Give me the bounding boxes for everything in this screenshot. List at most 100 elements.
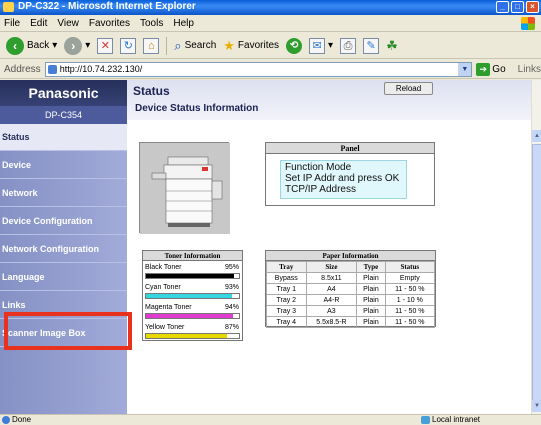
refresh-icon: ↻ bbox=[120, 37, 137, 54]
page-icon bbox=[47, 64, 57, 74]
refresh-button[interactable]: ↻ bbox=[118, 35, 138, 57]
print-icon: ⎙ bbox=[340, 37, 357, 54]
messenger-icon: ☘ bbox=[386, 37, 398, 53]
search-label: Search bbox=[184, 40, 217, 51]
links-button[interactable]: Links bbox=[518, 64, 541, 75]
go-button[interactable]: ➔ Go bbox=[476, 62, 506, 76]
table-cell: A4 bbox=[305, 283, 358, 295]
table-cell: 8.5x11 bbox=[305, 272, 358, 284]
scroll-down-icon[interactable]: ▼ bbox=[532, 400, 541, 412]
menu-favorites[interactable]: Favorites bbox=[89, 15, 130, 31]
table-cell: 5.5x8.5-R bbox=[305, 316, 358, 328]
favorites-button[interactable]: ★ Favorites bbox=[221, 35, 281, 57]
table-cell: 11 - 50 % bbox=[384, 283, 436, 295]
standard-toolbar: ‹ Back ▾ › ▾ ✕ ↻ ⌂ ⌕ Search ★ Favorites … bbox=[0, 33, 541, 59]
toner-fill bbox=[146, 294, 233, 298]
go-label: Go bbox=[492, 63, 506, 75]
chevron-down-icon: ▾ bbox=[52, 40, 58, 51]
forward-button[interactable]: › ▾ bbox=[62, 35, 92, 57]
page-header: Status Reload Device Status Information bbox=[127, 80, 531, 120]
nav-status[interactable]: Status bbox=[0, 124, 127, 151]
scroll-thumb[interactable] bbox=[532, 144, 541, 406]
menu-tools[interactable]: Tools bbox=[140, 15, 163, 31]
highlight-box bbox=[4, 312, 132, 350]
toner-name: Cyan Toner bbox=[145, 284, 181, 291]
toolbar-divider bbox=[166, 36, 168, 55]
left-nav: Status Device Network Device Configurati… bbox=[0, 124, 127, 414]
toner-name: Yellow Toner bbox=[145, 324, 185, 331]
scroll-up-icon[interactable]: ▲ bbox=[532, 130, 541, 142]
table-cell: Tray 1 bbox=[266, 283, 307, 295]
column-header: Status bbox=[384, 261, 436, 273]
reload-button[interactable]: Reload bbox=[384, 82, 433, 95]
table-row: Tray 4 5.5x8.5-R Plain 11 - 50 % bbox=[266, 316, 436, 328]
panel-line: Function Mode bbox=[285, 162, 352, 173]
menu-edit[interactable]: Edit bbox=[30, 15, 47, 31]
printer-image bbox=[139, 142, 230, 234]
page-content: Panasonic DP-C354 Status Device Network … bbox=[0, 80, 531, 414]
home-icon: ⌂ bbox=[143, 37, 160, 54]
toner-name: Black Toner bbox=[145, 264, 182, 271]
mail-icon: ✉ bbox=[309, 37, 326, 54]
table-cell: Plain bbox=[356, 283, 386, 295]
home-button[interactable]: ⌂ bbox=[141, 35, 161, 57]
ie-page-icon bbox=[2, 416, 10, 424]
chevron-down-icon: ▾ bbox=[85, 40, 91, 51]
edit-icon: ✎ bbox=[363, 37, 380, 54]
nav-network[interactable]: Network bbox=[0, 180, 127, 207]
stop-button[interactable]: ✕ bbox=[95, 35, 115, 57]
chevron-down-icon[interactable]: ▼ bbox=[458, 62, 472, 76]
column-header: Size bbox=[305, 261, 358, 273]
column-header: Type bbox=[356, 261, 386, 273]
menu-help[interactable]: Help bbox=[173, 15, 194, 31]
panel-info: Panel Function Mode Set IP Addr and pres… bbox=[265, 142, 435, 206]
nav-device-configuration[interactable]: Device Configuration bbox=[0, 208, 127, 235]
table-cell: Empty bbox=[384, 272, 436, 284]
table-cell: Tray 3 bbox=[266, 305, 307, 317]
table-cell: Tray 4 bbox=[266, 316, 307, 328]
table-cell: Tray 2 bbox=[266, 294, 307, 306]
messenger-button[interactable]: ☘ bbox=[384, 35, 400, 57]
print-button[interactable]: ⎙ bbox=[338, 35, 358, 57]
toner-percent: 94% bbox=[224, 304, 239, 311]
toner-row: Cyan Toner 93% bbox=[143, 281, 242, 301]
toner-percent: 87% bbox=[224, 324, 239, 331]
favorites-label: Favorites bbox=[237, 40, 280, 51]
address-bar: Address http://10.74.232.130/ ▼ ➔ Go Lin… bbox=[0, 60, 541, 79]
back-button[interactable]: ‹ Back ▾ bbox=[4, 35, 59, 57]
menu-file[interactable]: File bbox=[4, 15, 20, 31]
vertical-scrollbar[interactable]: ▲ ▼ bbox=[531, 80, 541, 414]
table-cell: Bypass bbox=[266, 272, 307, 284]
column-header: Tray bbox=[266, 261, 307, 273]
toner-row: Yellow Toner 87% bbox=[143, 321, 242, 341]
page-subtitle: Device Status Information bbox=[135, 103, 259, 114]
toner-title: Toner Information bbox=[143, 251, 242, 261]
minimize-button[interactable]: _ bbox=[496, 1, 509, 13]
toner-level-bar bbox=[145, 333, 240, 339]
toner-percent: 95% bbox=[224, 264, 239, 271]
paper-title: Paper Information bbox=[266, 251, 435, 261]
close-button[interactable]: × bbox=[526, 1, 539, 13]
table-row: Tray 3 A3 Plain 11 - 50 % bbox=[266, 305, 436, 317]
edit-button[interactable]: ✎ bbox=[361, 35, 381, 57]
mail-button[interactable]: ✉ ▾ bbox=[307, 35, 335, 57]
nav-language[interactable]: Language bbox=[0, 264, 127, 291]
address-label: Address bbox=[4, 63, 41, 75]
table-cell: Plain bbox=[356, 272, 386, 284]
table-cell: Plain bbox=[356, 305, 386, 317]
search-icon: ⌕ bbox=[174, 37, 182, 53]
history-button[interactable]: ⟲ bbox=[284, 35, 304, 57]
nav-network-configuration[interactable]: Network Configuration bbox=[0, 236, 127, 263]
toner-fill bbox=[146, 334, 227, 338]
back-arrow-icon: ‹ bbox=[6, 36, 24, 55]
security-zone: Local intranet bbox=[432, 415, 481, 424]
maximize-button[interactable]: □ bbox=[511, 1, 524, 13]
menu-view[interactable]: View bbox=[57, 15, 79, 31]
go-arrow-icon: ➔ bbox=[476, 62, 491, 76]
address-input[interactable]: http://10.74.232.130/ ▼ bbox=[44, 61, 473, 77]
toner-percent: 93% bbox=[224, 284, 239, 291]
nav-device[interactable]: Device bbox=[0, 152, 127, 179]
forward-arrow-icon: › bbox=[64, 36, 83, 55]
address-url: http://10.74.232.130/ bbox=[59, 63, 143, 74]
search-button[interactable]: ⌕ Search bbox=[172, 35, 218, 57]
